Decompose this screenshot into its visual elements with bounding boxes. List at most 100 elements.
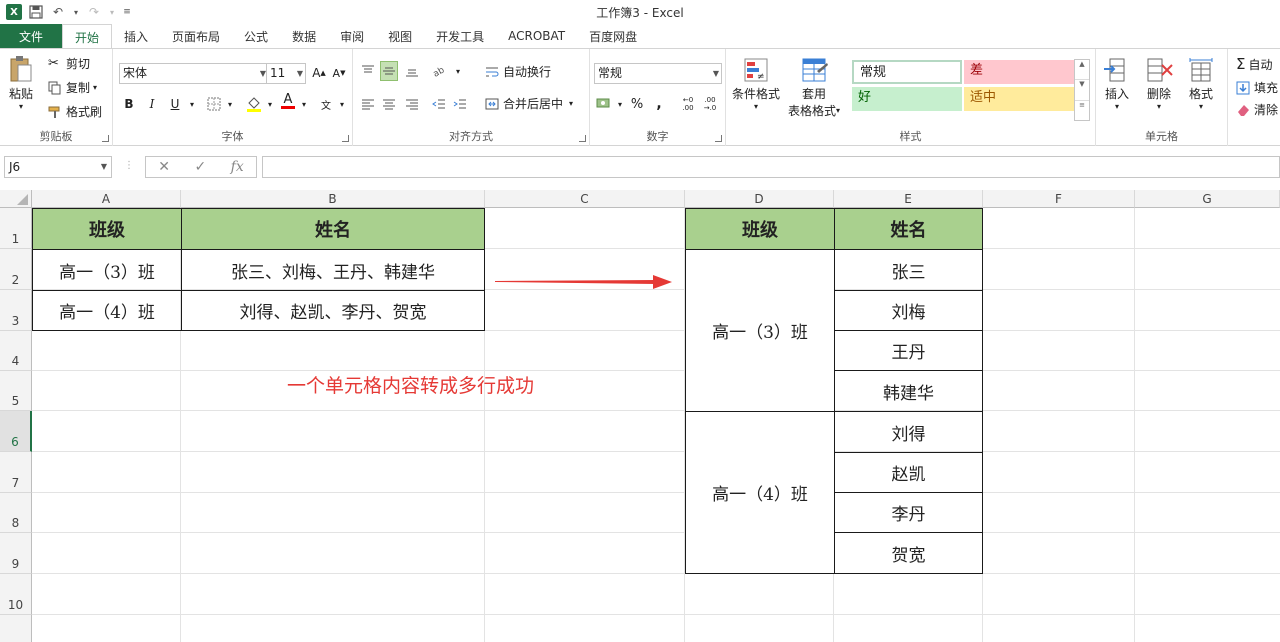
style-neutral[interactable]: 适中 (964, 87, 1074, 111)
alignment-launcher-icon[interactable] (579, 135, 586, 142)
align-bottom-icon[interactable] (403, 61, 421, 81)
result-header-class[interactable]: 班级 (685, 208, 835, 250)
source-cell-class[interactable]: 高一（4）班 (32, 290, 182, 331)
cancel-icon[interactable]: ✕ (158, 159, 170, 175)
styles-gallery-scroll[interactable]: ▲ ▼ ≡ (1074, 59, 1090, 121)
format-painter-button[interactable]: 格式刷 (48, 103, 102, 120)
paste-dropdown-icon[interactable]: ▾ (19, 102, 23, 111)
result-merged-class[interactable]: 高一（4）班 (685, 411, 835, 574)
merge-dropdown-icon[interactable]: ▾ (569, 99, 573, 108)
decrease-indent-icon[interactable] (430, 94, 448, 114)
scroll-down-icon[interactable]: ▼ (1075, 80, 1089, 101)
row-header-3[interactable]: 3 (0, 290, 32, 331)
result-cell-name[interactable]: 刘梅 (834, 290, 983, 331)
select-all-corner[interactable] (0, 190, 32, 208)
insert-function-icon[interactable]: fx (231, 159, 244, 175)
row-header-6[interactable]: 6 (0, 411, 32, 452)
increase-decimal-icon[interactable]: ←0.00 (678, 94, 698, 114)
scroll-up-icon[interactable]: ▲ (1075, 60, 1089, 81)
decrease-decimal-icon[interactable]: .00 →.0 (700, 94, 720, 114)
delete-cells-button[interactable]: 删除 ▾ (1144, 57, 1174, 111)
phonetic-dropdown-icon[interactable]: ▾ (333, 94, 351, 114)
tab-formulas[interactable]: 公式 (232, 24, 280, 48)
underline-dropdown-icon[interactable]: ▾ (183, 94, 201, 114)
align-middle-icon[interactable] (380, 61, 398, 81)
column-header-d[interactable]: D (685, 190, 834, 208)
name-box[interactable]: J6 ▼ (4, 156, 112, 178)
tab-acrobat[interactable]: ACROBAT (496, 24, 577, 48)
shrink-font-button[interactable]: A ▼ (330, 63, 348, 83)
row-header-2[interactable]: 2 (0, 249, 32, 290)
result-merged-class[interactable]: 高一（3）班 (685, 249, 835, 412)
wrap-text-button[interactable]: 自动换行 (485, 63, 551, 80)
tab-developer[interactable]: 开发工具 (424, 24, 496, 48)
align-center-icon[interactable] (380, 94, 398, 114)
row-header-7[interactable]: 7 (0, 452, 32, 493)
grow-font-button[interactable]: A ▲ (310, 63, 328, 83)
row-header-9[interactable]: 9 (0, 533, 32, 574)
tab-home[interactable]: 开始 (62, 24, 113, 49)
column-header-g[interactable]: G (1135, 190, 1280, 208)
redo-icon[interactable]: ↷ (86, 4, 102, 20)
fill-color-dropdown-icon[interactable]: ▾ (261, 94, 279, 114)
number-format-combo[interactable]: 常规 ▼ (594, 63, 722, 84)
font-size-combo[interactable]: 11 ▼ (266, 63, 306, 84)
align-right-icon[interactable] (403, 94, 421, 114)
align-left-icon[interactable] (359, 94, 377, 114)
orientation-icon[interactable]: ab (431, 61, 449, 81)
source-cell-names[interactable]: 张三、刘梅、王丹、韩建华 (181, 249, 485, 291)
underline-button[interactable]: U (166, 94, 184, 114)
border-dropdown-icon[interactable]: ▾ (221, 94, 239, 114)
column-header-a[interactable]: A (32, 190, 181, 208)
paste-button[interactable]: 粘贴 ▾ (8, 55, 34, 111)
result-cell-name[interactable]: 刘得 (834, 411, 983, 453)
row-header-11[interactable] (0, 615, 32, 642)
undo-icon[interactable]: ↶ (50, 4, 66, 20)
insert-cells-button[interactable]: 插入 ▾ (1102, 57, 1132, 111)
fill-button[interactable]: 填充 (1236, 79, 1278, 96)
merge-center-button[interactable]: 合并后居中 ▾ (485, 95, 573, 112)
format-cells-button[interactable]: 格式 ▾ (1186, 57, 1216, 111)
conditional-formatting-button[interactable]: ≠ 条件格式 ▾ (732, 57, 780, 111)
result-cell-name[interactable]: 张三 (834, 249, 983, 291)
italic-button[interactable]: I (143, 94, 161, 114)
result-cell-name[interactable]: 王丹 (834, 330, 983, 371)
tab-file[interactable]: 文件 (0, 24, 62, 48)
accounting-dropdown-icon[interactable]: ▾ (611, 94, 629, 114)
row-header-1[interactable]: 1 (0, 208, 32, 249)
row-header-8[interactable]: 8 (0, 493, 32, 533)
format-as-table-button[interactable]: 套用 表格格式 ▾ (788, 57, 840, 119)
comma-style-button[interactable]: , (650, 94, 668, 114)
row-header-4[interactable]: 4 (0, 331, 32, 371)
align-top-icon[interactable] (359, 61, 377, 81)
enter-icon[interactable]: ✓ (194, 159, 206, 175)
result-header-name[interactable]: 姓名 (834, 208, 983, 250)
font-name-combo[interactable]: 宋体 ▼ (119, 63, 269, 84)
tab-page-layout[interactable]: 页面布局 (160, 24, 232, 48)
row-header-10[interactable]: 10 (0, 574, 32, 615)
copy-dropdown-icon[interactable]: ▾ (93, 83, 97, 92)
result-cell-name[interactable]: 韩建华 (834, 370, 983, 412)
source-cell-class[interactable]: 高一（3）班 (32, 249, 182, 291)
style-good[interactable]: 好 (852, 87, 962, 111)
tab-view[interactable]: 视图 (376, 24, 424, 48)
source-header-name[interactable]: 姓名 (181, 208, 485, 250)
tab-baidu-netdisk[interactable]: 百度网盘 (577, 24, 649, 48)
result-cell-name[interactable]: 赵凯 (834, 452, 983, 493)
formula-input[interactable] (262, 156, 1280, 178)
cut-button[interactable]: ✂ 剪切 (48, 55, 90, 72)
tab-data[interactable]: 数据 (280, 24, 328, 48)
clear-button[interactable]: 清除 (1236, 101, 1278, 118)
column-header-e[interactable]: E (834, 190, 983, 208)
column-header-c[interactable]: C (485, 190, 685, 208)
column-header-f[interactable]: F (983, 190, 1135, 208)
save-icon[interactable] (28, 4, 44, 20)
tab-insert[interactable]: 插入 (112, 24, 160, 48)
row-header-5[interactable]: 5 (0, 371, 32, 411)
customize-toolbar-icon[interactable]: ≡ (122, 4, 132, 20)
clipboard-launcher-icon[interactable] (102, 135, 109, 142)
number-launcher-icon[interactable] (715, 135, 722, 142)
gallery-expand-icon[interactable]: ≡ (1075, 101, 1089, 120)
orientation-dropdown-icon[interactable]: ▾ (449, 61, 467, 81)
result-cell-name[interactable]: 李丹 (834, 492, 983, 533)
